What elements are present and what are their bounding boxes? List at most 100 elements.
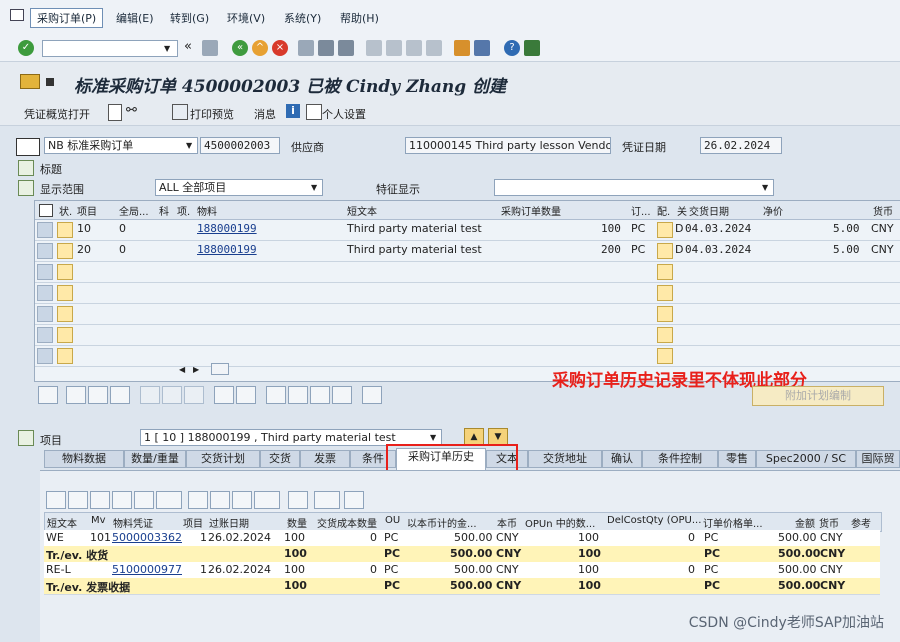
col-ou[interactable]: OU	[385, 515, 400, 526]
col-po-qty[interactable]: 采购订单数量	[501, 203, 561, 218]
sort-asc-button[interactable]	[266, 386, 286, 404]
history-sort-desc-button[interactable]	[90, 491, 110, 509]
config-icon[interactable]	[657, 243, 673, 259]
cancel-icon[interactable]: ×	[272, 40, 288, 56]
help-icon[interactable]: ?	[504, 40, 520, 56]
col-material[interactable]: 物料	[197, 203, 217, 218]
config-icon[interactable]	[657, 327, 673, 343]
col-config[interactable]: 配.	[657, 203, 670, 218]
chevron-down-icon[interactable]: ▼	[186, 141, 192, 150]
cart-icon[interactable]	[16, 138, 40, 156]
last-page-icon[interactable]	[426, 40, 442, 56]
tab-delivery-address[interactable]: 交货地址	[528, 450, 602, 468]
config-icon[interactable]	[657, 306, 673, 322]
row-selector[interactable]	[37, 243, 53, 259]
history-refresh-button[interactable]	[344, 491, 364, 509]
copy-row-button[interactable]	[88, 386, 108, 404]
default-values-button[interactable]	[110, 386, 130, 404]
col-net-price[interactable]: 净价	[763, 203, 783, 218]
config-icon[interactable]	[657, 264, 673, 280]
col-material-doc[interactable]: 物料凭证	[113, 515, 153, 530]
sort-desc-button[interactable]	[288, 386, 308, 404]
tab-condition-control[interactable]: 条件控制	[642, 450, 718, 468]
unlock-button[interactable]	[184, 386, 204, 404]
table-row[interactable]	[35, 325, 900, 346]
history-export-button[interactable]	[232, 491, 252, 509]
tab-foreign-trade[interactable]: 国际贸	[856, 450, 900, 468]
col-short-text[interactable]: 短文本	[47, 515, 77, 530]
collapse-icon[interactable]: «	[184, 39, 192, 54]
find-icon[interactable]	[318, 40, 334, 56]
history-find-next-button[interactable]	[134, 491, 154, 509]
history-info-button[interactable]	[288, 491, 308, 509]
back-icon[interactable]: «	[232, 40, 248, 56]
print-preview-button[interactable]: 打印预览	[190, 106, 234, 122]
customize-layout-icon[interactable]	[524, 40, 540, 56]
col-reference[interactable]: 参考	[851, 515, 871, 530]
history-row[interactable]: RE-L 5100000977 1 26.02.2024 100 0 PC 50…	[44, 562, 880, 579]
row-selector[interactable]	[37, 306, 53, 322]
tab-delivery[interactable]: 交货	[260, 450, 300, 468]
col-item-cat[interactable]: 项.	[177, 203, 190, 218]
enter-check-icon[interactable]: ✓	[18, 40, 34, 56]
history-choose-button[interactable]	[314, 491, 340, 509]
col-amount[interactable]: 金额	[795, 515, 815, 530]
select-all-button[interactable]	[214, 386, 234, 404]
lock-button[interactable]	[162, 386, 182, 404]
tab-spec2000[interactable]: Spec2000 / SC	[756, 450, 856, 468]
messages-button[interactable]: 消息	[254, 106, 276, 122]
history-sort-asc-button[interactable]	[68, 491, 88, 509]
services-button[interactable]	[362, 386, 382, 404]
print-icon[interactable]	[298, 40, 314, 56]
history-row[interactable]: Tr./ev. 发票收据 100 PC 500.00 CNY 100 PC 50…	[44, 578, 880, 595]
info-icon[interactable]: i	[286, 104, 300, 118]
dropdown-icon[interactable]	[46, 78, 54, 86]
col-lc-amount[interactable]: 以本币计的金...	[407, 515, 477, 530]
menu-environment[interactable]: 环境(V)	[227, 10, 265, 26]
collapse-detail-icon[interactable]	[18, 430, 34, 446]
personal-settings-button[interactable]: 个人设置	[322, 106, 366, 122]
char-display-select[interactable]	[494, 179, 774, 196]
col-order-price-unit[interactable]: 订单价格单...	[703, 515, 763, 530]
print-preview-icon[interactable]	[172, 104, 188, 120]
col-local-currency[interactable]: 本币	[497, 515, 517, 530]
next-page-icon[interactable]	[406, 40, 422, 56]
col-delcostqty-opu[interactable]: DelCostQty (OPU...	[607, 515, 701, 526]
add-plan-button[interactable]: 附加计划编制	[752, 386, 884, 406]
table-settings-icon[interactable]	[39, 204, 53, 217]
personal-settings-icon[interactable]	[306, 104, 322, 120]
chevron-down-icon[interactable]: ▼	[762, 183, 768, 192]
history-find-button[interactable]	[112, 491, 132, 509]
save-icon[interactable]	[202, 40, 218, 56]
col-date-cat[interactable]: 关	[677, 203, 687, 218]
history-filter-button[interactable]	[156, 491, 182, 509]
glasses-icon[interactable]: ⚯	[126, 103, 137, 118]
scroll-right-icon[interactable]: ▶	[193, 365, 199, 374]
col-currency[interactable]: 货币	[819, 515, 839, 530]
col-delivery-date[interactable]: 交货日期	[689, 203, 729, 218]
new-document-icon[interactable]	[108, 104, 122, 121]
filter-button[interactable]	[310, 386, 330, 404]
table-row[interactable]	[35, 283, 900, 304]
chevron-down-icon[interactable]: ▼	[430, 433, 436, 442]
col-account[interactable]: 科	[159, 203, 169, 218]
chevron-down-icon[interactable]: ▼	[311, 183, 317, 192]
tab-confirmations[interactable]: 确认	[602, 450, 642, 468]
material-link[interactable]: 188000199	[197, 243, 257, 256]
col-delcost-qty[interactable]: 交货成本数量	[317, 515, 377, 530]
expand-header-icon[interactable]	[18, 160, 34, 176]
history-row[interactable]: WE 101 5000003362 1 26.02.2024 100 0 PC …	[44, 530, 880, 547]
exit-icon[interactable]: ^	[252, 40, 268, 56]
command-field[interactable]	[42, 40, 178, 57]
tab-invoice[interactable]: 发票	[300, 450, 350, 468]
history-print-button[interactable]	[188, 491, 208, 509]
menu-purchase-order[interactable]: 采购订单(P)	[30, 8, 104, 28]
first-page-icon[interactable]	[366, 40, 382, 56]
col-global[interactable]: 全局...	[119, 203, 149, 218]
tab-retail[interactable]: 零售	[718, 450, 756, 468]
row-selector[interactable]	[37, 222, 53, 238]
history-views-button[interactable]	[210, 491, 230, 509]
history-details-button[interactable]	[46, 491, 66, 509]
scroll-left-icon[interactable]: ◀	[179, 365, 185, 374]
row-selector[interactable]	[37, 327, 53, 343]
